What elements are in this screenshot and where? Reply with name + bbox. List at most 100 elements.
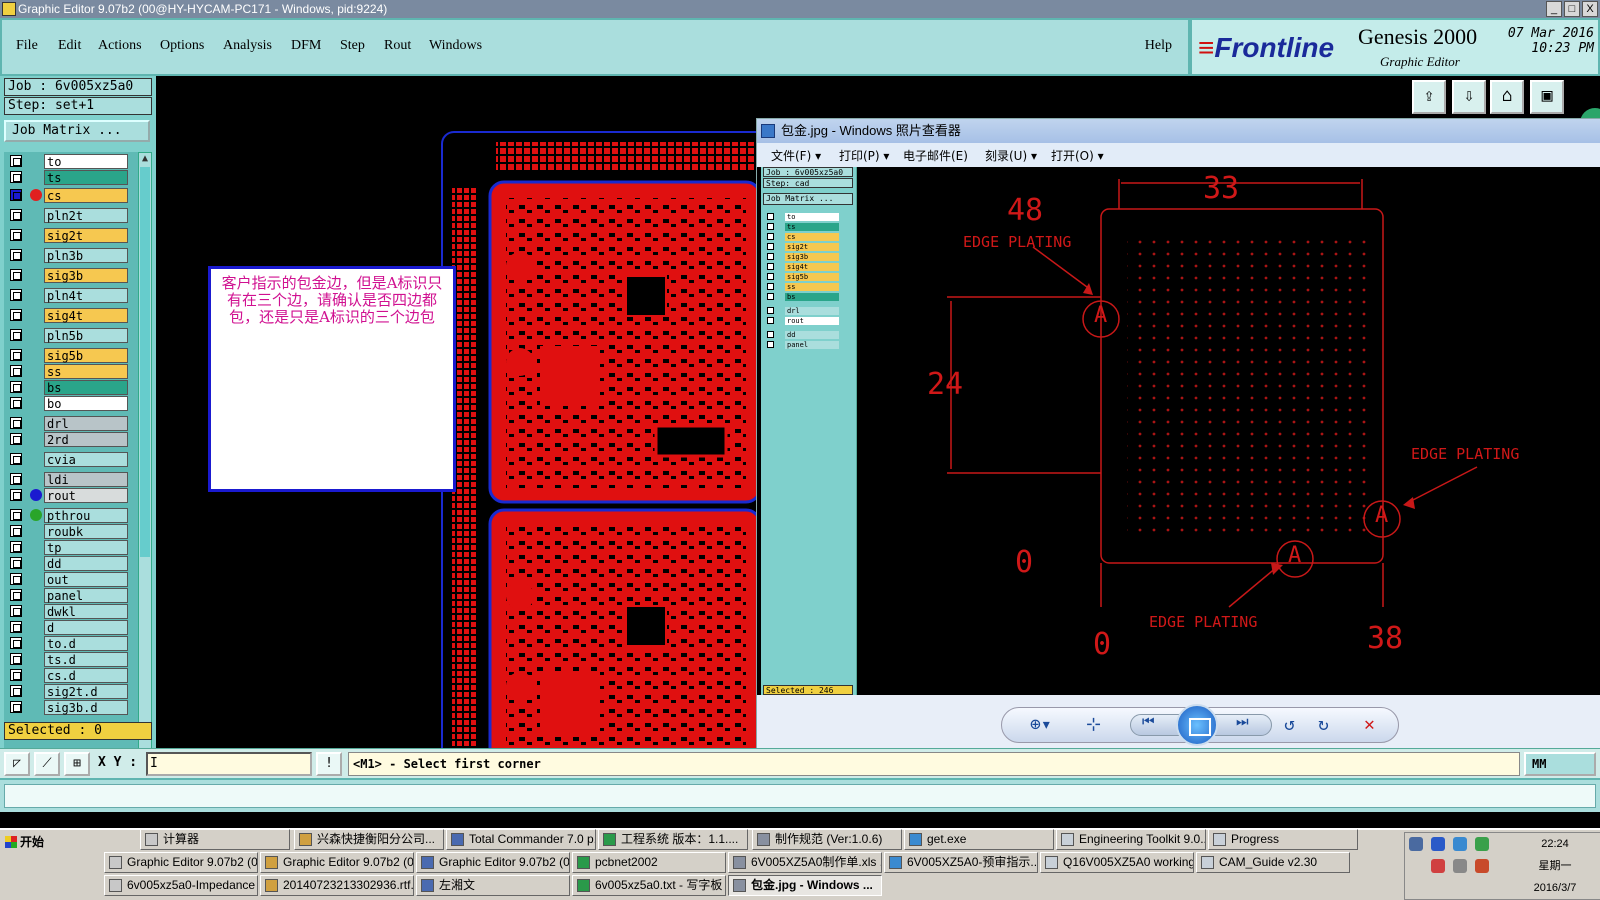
- layer-row-to-d[interactable]: to.d: [8, 636, 132, 651]
- layer-checkbox[interactable]: [10, 229, 22, 241]
- taskbar-button[interactable]: 兴森快捷衡阳分公司...: [294, 829, 444, 850]
- layer-checkbox[interactable]: [10, 349, 22, 361]
- layer-checkbox[interactable]: [10, 621, 22, 633]
- layer-name[interactable]: to: [44, 154, 128, 169]
- slideshow-button[interactable]: [1176, 704, 1218, 746]
- layer-name[interactable]: d: [44, 620, 128, 635]
- next-icon[interactable]: ⏭: [1236, 714, 1249, 730]
- layer-checkbox[interactable]: [10, 685, 22, 697]
- layer-name[interactable]: pln2t: [44, 208, 128, 223]
- layer-row-cs[interactable]: cs: [8, 188, 132, 203]
- layer-checkbox[interactable]: [10, 417, 22, 429]
- menu-edit[interactable]: Edit: [58, 38, 81, 54]
- layer-row-out[interactable]: out: [8, 572, 132, 587]
- layer-row-pthrou[interactable]: pthrou: [8, 508, 132, 523]
- taskbar-button[interactable]: Graphic Editor 9.07b2 (0...: [416, 852, 570, 873]
- menu-rout[interactable]: Rout: [384, 38, 411, 54]
- layer-name[interactable]: ts: [44, 170, 128, 185]
- layer-row-pln5b[interactable]: pln5b: [8, 328, 132, 343]
- layer-checkbox[interactable]: [10, 557, 22, 569]
- taskbar-button[interactable]: 制作规范 (Ver:1.0.6): [752, 829, 902, 850]
- sync-icon[interactable]: [1453, 837, 1467, 851]
- bluetooth-icon[interactable]: [1431, 837, 1445, 851]
- viewer-menu-file[interactable]: 文件(F) ▾: [771, 147, 821, 164]
- layer-name[interactable]: panel: [44, 588, 128, 603]
- layer-name[interactable]: pln4t: [44, 288, 128, 303]
- delete-icon[interactable]: ✕: [1364, 714, 1375, 735]
- layer-name[interactable]: pln5b: [44, 328, 128, 343]
- layer-row-2rd[interactable]: 2rd: [8, 432, 132, 447]
- measure-icon[interactable]: ⟋: [34, 752, 60, 776]
- layer-row-sig2t-d[interactable]: sig2t.d: [8, 684, 132, 699]
- scroll-up-icon[interactable]: ▲: [139, 153, 151, 165]
- layer-row-sig3b-d[interactable]: sig3b.d: [8, 700, 132, 715]
- layer-name[interactable]: sig5b: [44, 348, 128, 363]
- layer-name[interactable]: 2rd: [44, 432, 128, 447]
- layer-checkbox[interactable]: [10, 209, 22, 221]
- layer-name[interactable]: ss: [44, 364, 128, 379]
- snap-icon[interactable]: ◸: [4, 752, 30, 776]
- taskbar-button[interactable]: Total Commander 7.0 p...: [446, 829, 596, 850]
- layer-row-to[interactable]: to: [8, 154, 132, 169]
- app-tray-icon[interactable]: [1475, 859, 1489, 873]
- taskbar-button[interactable]: Graphic Editor 9.07b2 (0...: [104, 852, 258, 873]
- layer-row-bo[interactable]: bo: [8, 396, 132, 411]
- menu-dfm[interactable]: DFM: [291, 38, 321, 54]
- layer-name[interactable]: ldi: [44, 472, 128, 487]
- layer-row-sig3b[interactable]: sig3b: [8, 268, 132, 283]
- close-button[interactable]: X: [1582, 1, 1598, 17]
- layer-row-dwkl[interactable]: dwkl: [8, 604, 132, 619]
- layer-checkbox[interactable]: [10, 381, 22, 393]
- clock[interactable]: 22:24 星期一 2016/3/7: [1515, 833, 1595, 899]
- layer-name[interactable]: bo: [44, 396, 128, 411]
- layer-row-rout[interactable]: rout: [8, 488, 132, 503]
- layer-row-pln3b[interactable]: pln3b: [8, 248, 132, 263]
- viewer-menu-email[interactable]: 电子邮件(E): [903, 147, 968, 164]
- layer-name[interactable]: sig4t: [44, 308, 128, 323]
- alert-icon[interactable]: !: [316, 752, 342, 776]
- taskbar-button[interactable]: Graphic Editor 9.07b2 (0...: [260, 852, 414, 873]
- network-icon[interactable]: [1409, 837, 1423, 851]
- grid-icon[interactable]: ⊞: [64, 752, 90, 776]
- layer-checkbox[interactable]: [10, 573, 22, 585]
- taskbar-button[interactable]: 工程系统 版本：1.1....: [598, 829, 748, 850]
- rotate-left-icon[interactable]: ↺: [1284, 714, 1295, 735]
- taskbar-button[interactable]: Engineering Toolkit 9.0...: [1056, 829, 1206, 850]
- taskbar-button[interactable]: get.exe: [904, 829, 1054, 850]
- layer-checkbox[interactable]: [10, 509, 22, 521]
- layer-name[interactable]: out: [44, 572, 128, 587]
- layer-name[interactable]: roubk: [44, 524, 128, 539]
- menu-options[interactable]: Options: [160, 38, 204, 54]
- import-icon[interactable]: ⇩: [1452, 80, 1486, 114]
- layer-checkbox[interactable]: [10, 329, 22, 341]
- taskbar-button[interactable]: Q16V005XZ5A0 working ...: [1040, 852, 1194, 873]
- viewer-menu-burn[interactable]: 刻录(U) ▾: [985, 147, 1037, 164]
- layer-row-d[interactable]: d: [8, 620, 132, 635]
- menu-windows[interactable]: Windows: [429, 38, 482, 54]
- minimize-button[interactable]: _: [1546, 1, 1562, 17]
- layer-row-sig4t[interactable]: sig4t: [8, 308, 132, 323]
- taskbar-button[interactable]: 包金.jpg - Windows ...: [728, 875, 882, 896]
- layer-name[interactable]: pln3b: [44, 248, 128, 263]
- menu-actions[interactable]: Actions: [98, 38, 142, 54]
- layer-name[interactable]: cs: [44, 188, 128, 203]
- layer-checkbox[interactable]: [10, 589, 22, 601]
- layer-checkbox[interactable]: [10, 189, 22, 201]
- layer-name[interactable]: sig2t: [44, 228, 128, 243]
- layer-checkbox[interactable]: [10, 269, 22, 281]
- layer-checkbox[interactable]: [10, 525, 22, 537]
- fit-window-icon[interactable]: ⊹: [1086, 714, 1101, 735]
- layer-name[interactable]: cs.d: [44, 668, 128, 683]
- start-button[interactable]: 开始: [2, 832, 54, 852]
- maximize-button[interactable]: □: [1564, 1, 1580, 17]
- layer-checkbox[interactable]: [10, 309, 22, 321]
- layer-row-cs-d[interactable]: cs.d: [8, 668, 132, 683]
- annotation-note[interactable]: 客户指示的包金边，但是A标识只有在三个边，请确认是否四边都包，还是只是A标识的三…: [208, 266, 456, 492]
- viewer-menu-open[interactable]: 打开(O) ▾: [1051, 147, 1104, 164]
- layer-row-sig2t[interactable]: sig2t: [8, 228, 132, 243]
- layer-row-ts[interactable]: ts: [8, 170, 132, 185]
- layer-row-roubk[interactable]: roubk: [8, 524, 132, 539]
- layer-checkbox[interactable]: [10, 171, 22, 183]
- job-matrix-button[interactable]: Job Matrix ...: [4, 120, 150, 142]
- layer-name[interactable]: dwkl: [44, 604, 128, 619]
